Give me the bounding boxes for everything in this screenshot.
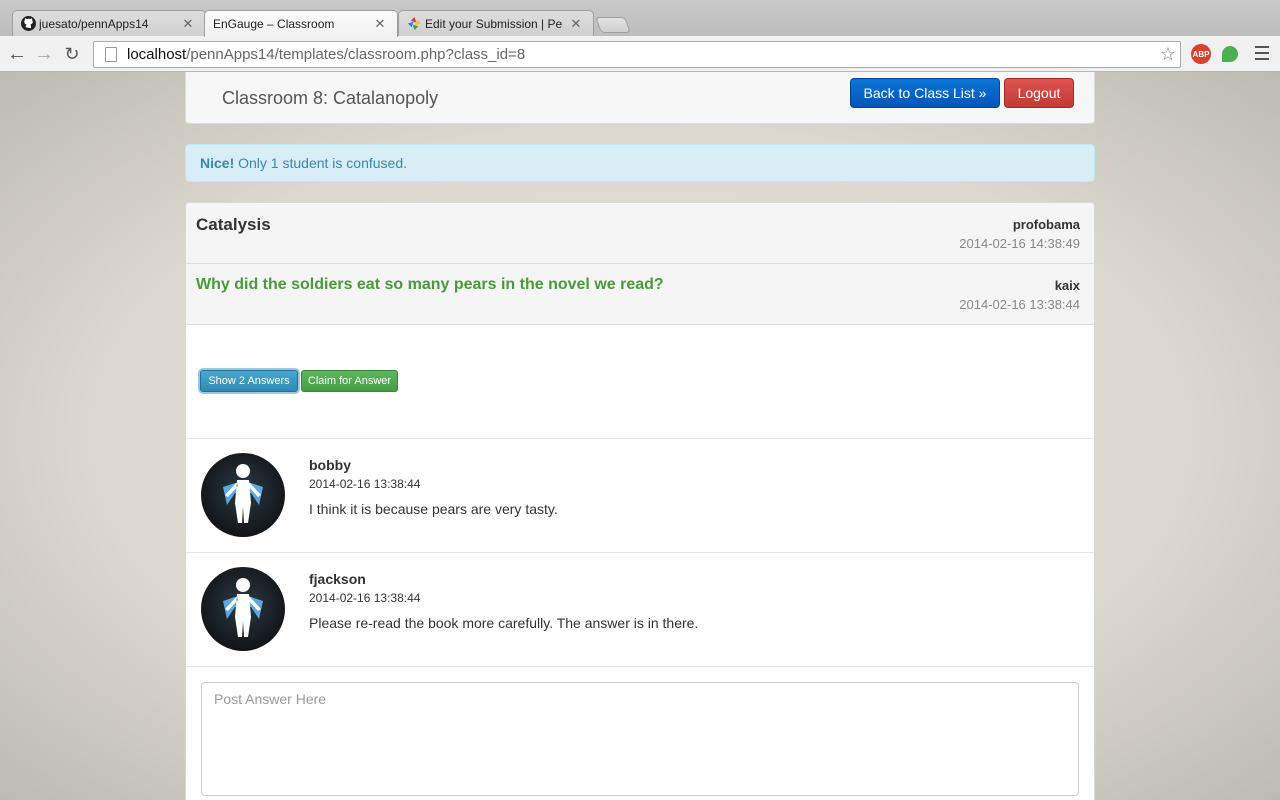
colorful-logo-icon [407,16,422,31]
answer-item: fjackson 2014-02-16 13:38:44 Please re-r… [186,553,1094,667]
bookmark-star-icon[interactable]: ☆ [1160,44,1176,65]
address-bar[interactable]: localhost/pennApps14/templates/classroom… [93,41,1181,68]
alert-strong: Nice! [200,155,235,171]
topic-timestamp: 2014-02-16 14:38:49 [959,236,1080,251]
answer-date: 2014-02-16 13:38:44 [309,477,421,491]
answer-username: fjackson [309,571,366,587]
browser-tabstrip: juesato/pennApps14 ✕ EnGauge – Classroom… [0,0,1280,37]
back-arrow-icon[interactable]: ← [5,42,29,66]
tab-classroom[interactable]: EnGauge – Classroom ✕ [204,10,398,37]
new-tab-button[interactable] [595,17,631,33]
url-path: /pennApps14/templates/classroom.php?clas… [186,46,526,63]
question-author: kaix [1054,278,1080,293]
post-answer-textarea[interactable] [201,682,1079,796]
discussion-panel: Catalysis profobama 2014-02-16 14:38:49 … [185,202,1095,800]
avatar [201,453,285,537]
topic-author: profobama [1012,217,1080,232]
answer-text: Please re-read the book more carefully. … [309,615,699,631]
question-timestamp: 2014-02-16 13:38:44 [959,297,1080,312]
alert-text: Only 1 student is confused. [234,155,407,171]
answer-text: I think it is because pears are very tas… [309,501,558,517]
question-actions: Show 2 Answers Claim for Answer [186,325,1094,439]
adblock-plus-icon[interactable]: ABP [1191,44,1211,64]
avatar [201,567,285,651]
answer-username: bobby [309,457,351,473]
show-answers-button[interactable]: Show 2 Answers [200,370,298,392]
hamburger-menu-icon[interactable] [1255,46,1269,64]
classroom-header: Classroom 8: Catalanopoly Back to Class … [185,72,1095,124]
back-to-class-list-button[interactable]: Back to Class List » [850,78,1000,108]
tab-label: juesato/pennApps14 [39,16,149,31]
logout-button[interactable]: Logout [1004,78,1074,108]
evernote-icon[interactable] [1222,46,1238,62]
tab-edit-submission[interactable]: Edit your Submission | Pen ✕ [398,10,594,36]
tab-label: EnGauge – Classroom [213,17,335,31]
topic-title: Catalysis [196,215,271,234]
browser-toolbar: ← → ↻ localhost/pennApps14/templates/cla… [0,36,1280,72]
tab-label: Edit your Submission | Pen [425,16,563,31]
close-icon[interactable]: ✕ [373,16,387,32]
page-icon [105,47,117,62]
tab-github[interactable]: juesato/pennApps14 ✕ [12,10,206,36]
adblock-label: ABP [1192,49,1210,59]
github-icon [21,16,36,31]
reload-icon[interactable]: ↻ [60,42,84,66]
close-icon[interactable]: ✕ [181,16,195,32]
question-header: Why did the soldiers eat so many pears i… [186,264,1094,325]
claim-for-answer-button[interactable]: Claim for Answer [301,370,398,392]
question-text: Why did the soldiers eat so many pears i… [196,276,664,293]
page-title: Classroom 8: Catalanopoly [222,88,439,108]
topic-header: Catalysis profobama 2014-02-16 14:38:49 [186,203,1094,264]
forward-arrow-icon[interactable]: → [32,42,56,66]
answer-item: bobby 2014-02-16 13:38:44 I think it is … [186,439,1094,553]
confusion-alert: Nice! Only 1 student is confused. [185,144,1095,182]
page-viewport: Classroom 8: Catalanopoly Back to Class … [0,72,1280,800]
answer-date: 2014-02-16 13:38:44 [309,591,421,605]
url-host: localhost [127,46,187,63]
reply-section [186,667,1094,800]
close-icon[interactable]: ✕ [569,16,583,32]
